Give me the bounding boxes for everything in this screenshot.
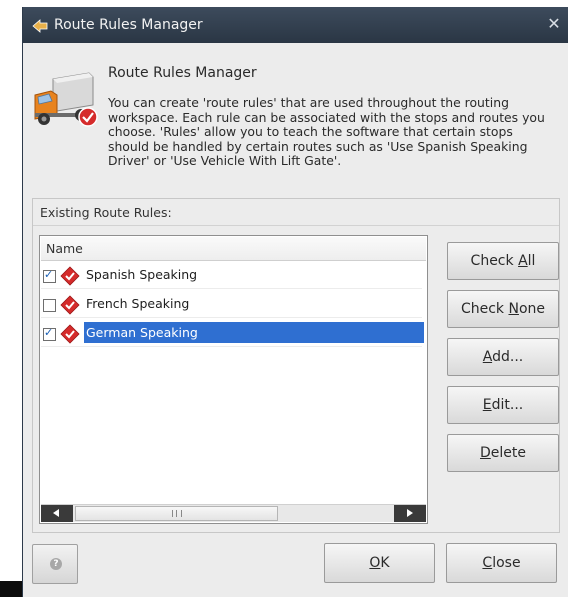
scroll-thumb[interactable]: [75, 506, 278, 521]
rules-list[interactable]: Name Spanish Speaking French Speaking: [39, 235, 428, 524]
close-button[interactable]: Close: [446, 543, 557, 583]
button-text: dd...: [492, 349, 524, 365]
button-text: dit...: [491, 397, 524, 413]
check-all-button[interactable]: Check All: [447, 242, 559, 280]
button-text: one: [518, 301, 546, 317]
rule-checkbox[interactable]: [43, 299, 56, 312]
horizontal-scrollbar[interactable]: [41, 504, 426, 522]
scroll-left-arrow-icon[interactable]: [41, 505, 73, 522]
button-accelerator: A: [482, 349, 493, 365]
background-window-strip: [0, 581, 22, 597]
scroll-right-arrow-icon[interactable]: [394, 505, 426, 522]
button-accelerator: N: [508, 301, 519, 317]
list-item[interactable]: German Speaking: [41, 320, 424, 347]
button-text: lose: [492, 555, 521, 571]
list-item[interactable]: French Speaking: [41, 291, 422, 318]
truck-icon: [34, 72, 98, 127]
button-accelerator: D: [480, 445, 491, 461]
existing-rules-group: Existing Route Rules: Name Spanish Speak…: [32, 198, 560, 533]
route-rules-dialog: Route Rules Manager ✕ Route Rules Manage…: [22, 7, 568, 597]
rule-label[interactable]: Spanish Speaking: [84, 264, 199, 285]
button-text: K: [380, 555, 390, 571]
rule-label[interactable]: French Speaking: [84, 293, 191, 314]
rule-checkbox[interactable]: [43, 326, 56, 341]
add-button[interactable]: Add...: [447, 338, 559, 376]
list-item[interactable]: Spanish Speaking: [41, 262, 422, 289]
button-text: ll: [527, 253, 536, 269]
window-title: Route Rules Manager: [54, 17, 203, 33]
route-rules-icon: [32, 19, 48, 33]
rule-label[interactable]: German Speaking: [84, 322, 424, 343]
rule-checkbox[interactable]: [43, 268, 56, 283]
close-window-icon[interactable]: ✕: [543, 13, 565, 35]
help-icon: ?: [50, 558, 62, 570]
rule-badge-icon: [60, 295, 80, 315]
delete-button[interactable]: Delete: [447, 434, 559, 472]
button-accelerator: E: [482, 397, 492, 413]
grip-icon: [172, 510, 182, 517]
help-button[interactable]: ?: [32, 544, 78, 584]
button-text: Check: [460, 301, 509, 317]
button-accelerator: O: [369, 555, 381, 571]
button-text: Check: [470, 253, 519, 269]
check-none-button[interactable]: Check None: [447, 290, 559, 328]
button-accelerator: A: [518, 253, 528, 269]
header-title: Route Rules Manager: [108, 65, 257, 81]
button-accelerator: C: [482, 555, 493, 571]
edit-button[interactable]: Edit...: [447, 386, 559, 424]
title-bar[interactable]: Route Rules Manager ✕: [23, 7, 568, 43]
button-text: elete: [490, 445, 526, 461]
ok-button[interactable]: OK: [324, 543, 435, 583]
rule-badge-icon: [60, 266, 80, 286]
group-label: Existing Route Rules:: [40, 205, 172, 220]
header-description: You can create 'route rules' that are us…: [108, 95, 545, 169]
column-header-name[interactable]: Name: [46, 241, 83, 256]
rule-badge-icon: [60, 324, 80, 344]
group-divider: [33, 225, 559, 226]
list-header[interactable]: Name: [41, 237, 426, 261]
